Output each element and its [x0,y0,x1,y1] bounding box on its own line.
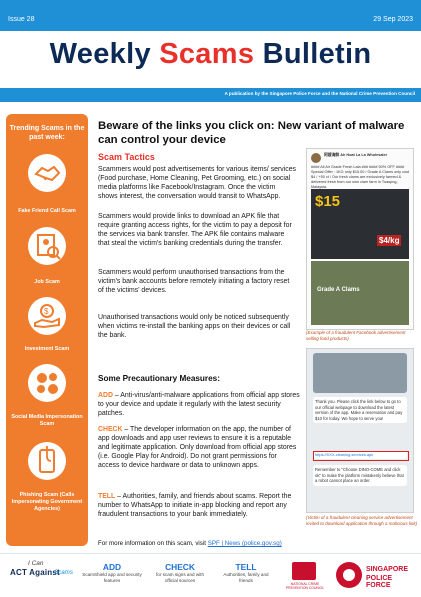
sidebar-item-social-media: Social Media Impersonation Scam [11,414,83,427]
publisher-text: A publication by the Singapore Police Fo… [224,91,416,96]
fb-page-name: 阿嫂海鲜 Ah Hoat La La Wholesaler [324,153,388,157]
bulletin-title: Weekly Scams Bulletin [0,38,421,71]
fb-price-per-kg: $4/kg [377,235,402,246]
ncpc-emblem [292,562,316,580]
fb-post-text: #### All Air Grade Fresh Lala ### #### 5… [311,165,410,189]
ncpc-logo: NATIONAL CRIME PREVENTION COUNCIL [284,562,326,590]
logo-i-can: I Can [28,560,44,567]
measures-title: Some Precautionary Measures: [98,374,220,383]
publisher-bar: A publication by the Singapore Police Fo… [0,88,421,102]
footer-add-sub: ScamShield app and security features [82,572,142,583]
phone-hook-icon [28,442,66,480]
spf-crest-icon [336,562,362,588]
more-info: For more information on this scam, visit… [98,540,282,547]
footer-tell: TELL Authorities, family and friends [216,562,276,583]
social-media-icon [28,364,66,402]
sidebar-item-investment: Investment Scam [24,346,70,352]
fb-page-avatar [311,153,321,163]
svg-text:$: $ [44,307,49,316]
spf-text-1: SINGAPORE [366,566,409,573]
footer: I Can ACT Against Scams ADD ScamShield a… [0,553,421,597]
chat-bubble-1: Thank you. Please click the link below t… [313,397,407,424]
scam-tactics-heading: Scam Tactics [98,152,155,162]
fb-grade-label: Grade A Clams [317,287,360,293]
article-headline: Beware of the links you click on: New va… [98,120,405,146]
measure-tell-keyword: TELL [98,493,116,500]
tactics-paragraph-2: Scammers would provide links to download… [98,213,292,247]
money-hand-icon: $ [28,297,66,335]
job-search-icon [28,227,66,265]
footer-tell-title: TELL [235,562,257,572]
measure-check-keyword: CHECK [98,426,123,433]
footer-check: CHECK for scam signs and with official s… [150,562,210,583]
measure-add: ADD – Anti-virus/anti-malware applicatio… [98,391,300,418]
link-highlight-box [313,451,409,461]
fb-clams-image [311,261,409,325]
footer-check-title: CHECK [165,562,195,572]
logo-act: ACT Against [10,568,60,577]
tactics-paragraph-1: Scammers would post advertisements for v… [98,166,296,200]
ncpc-text: NATIONAL CRIME PREVENTION COUNCIL [285,582,325,590]
tactics-paragraph-4: Unauthorised transactions would only be … [98,314,291,339]
whatsapp-chat-screenshot: Thank you. Please click the link below t… [306,348,414,513]
logo-scams: Scams [54,569,73,576]
footer-check-sub: for scam signs and with official sources [156,572,204,583]
chat-image [313,353,407,393]
top-banner: Issue 28 29 Sep 2023 [0,0,421,31]
measure-check: CHECK – The developer information on the… [98,425,300,470]
sidebar-title: Trending Scams in the past week: [9,125,85,141]
measure-check-text: – The developer information on the app, … [98,426,297,469]
measure-tell: TELL – Authorities, family, and friends … [98,492,300,519]
spf-news-link[interactable]: SPF | News (police.gov.sg) [208,540,282,547]
chat-bubble-2: Remember to "Choose DINO-COME and click … [313,465,407,486]
footer-add: ADD ScamShield app and security features [82,562,142,583]
fb-caption: (Example of a fraudulent Facebook advert… [306,330,406,341]
measure-add-text: – Anti-virus/anti-malware applications f… [98,392,300,417]
title-part2: Bulletin [254,38,372,70]
trending-scams-sidebar: Trending Scams in the past week: Fake Fr… [6,114,88,546]
measure-tell-text: – Authorities, family, and friends about… [98,493,292,518]
sidebar-item-job-scam: Job Scam [34,279,60,285]
act-against-scams-logo: I Can ACT Against Scams [6,560,76,594]
sidebar-item-fake-friend: Fake Friend Call Scam [18,208,76,214]
chat-caption: (Victim of a fraudulent cleaning service… [306,515,418,526]
handshake-icon [28,154,66,192]
title-part1: Weekly [49,38,160,70]
fb-price-main: $15 [315,193,341,210]
sidebar-item-phishing: Phishing Scam (Calls Impersonating Gover… [11,492,83,512]
tactics-paragraph-3: Scammers would perform unauthorised tran… [98,269,290,294]
spf-logo: SINGAPORE POLICE FORCE [336,562,416,592]
measure-add-keyword: ADD [98,392,113,399]
footer-add-title: ADD [102,562,122,572]
footer-tell-sub: Authorities, family and friends [223,572,269,583]
issue-date: 29 Sep 2023 [373,16,413,23]
facebook-ad-screenshot: 阿嫂海鲜 Ah Hoat La La Wholesaler #### All A… [306,148,414,330]
issue-number: Issue 28 [8,16,35,23]
more-info-prefix: For more information on this scam, visit [98,540,208,547]
spf-text-2: POLICE FORCE [366,575,393,589]
title-highlight: Scams [159,38,255,70]
